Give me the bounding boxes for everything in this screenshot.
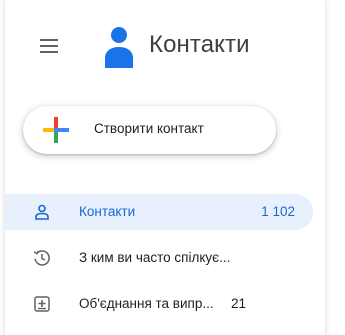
nav-item-frequently-contacted[interactable]: З ким ви часто спілкує... — [5, 240, 313, 276]
app-title: Контакти — [149, 31, 250, 58]
contacts-person-logo — [105, 27, 133, 68]
app-header: Контакти — [5, 0, 325, 90]
nav-item-label: Контакти — [79, 204, 136, 219]
contacts-count: 1 102 — [261, 204, 295, 219]
navigation-drawer: Контакти Створити контакт Контакти 1 102 — [4, 0, 326, 335]
hamburger-menu-icon — [40, 39, 58, 53]
colorful-plus-icon — [43, 117, 69, 143]
nav-item-label: Об'єднання та випр... — [79, 296, 214, 311]
history-clock-icon — [33, 249, 51, 267]
nav-item-contacts[interactable]: Контакти 1 102 — [5, 194, 313, 230]
merge-fix-count: 21 — [231, 296, 247, 311]
person-outline-icon — [33, 203, 51, 221]
nav-item-merge-fix[interactable]: Об'єднання та випр... 21 — [5, 286, 313, 322]
merge-fix-icon — [33, 295, 51, 313]
nav-item-label: З ким ви часто спілкує... — [79, 250, 231, 265]
create-contact-label: Створити контакт — [94, 121, 204, 136]
main-menu-button[interactable] — [35, 32, 63, 60]
create-contact-button[interactable]: Створити контакт — [23, 106, 276, 154]
